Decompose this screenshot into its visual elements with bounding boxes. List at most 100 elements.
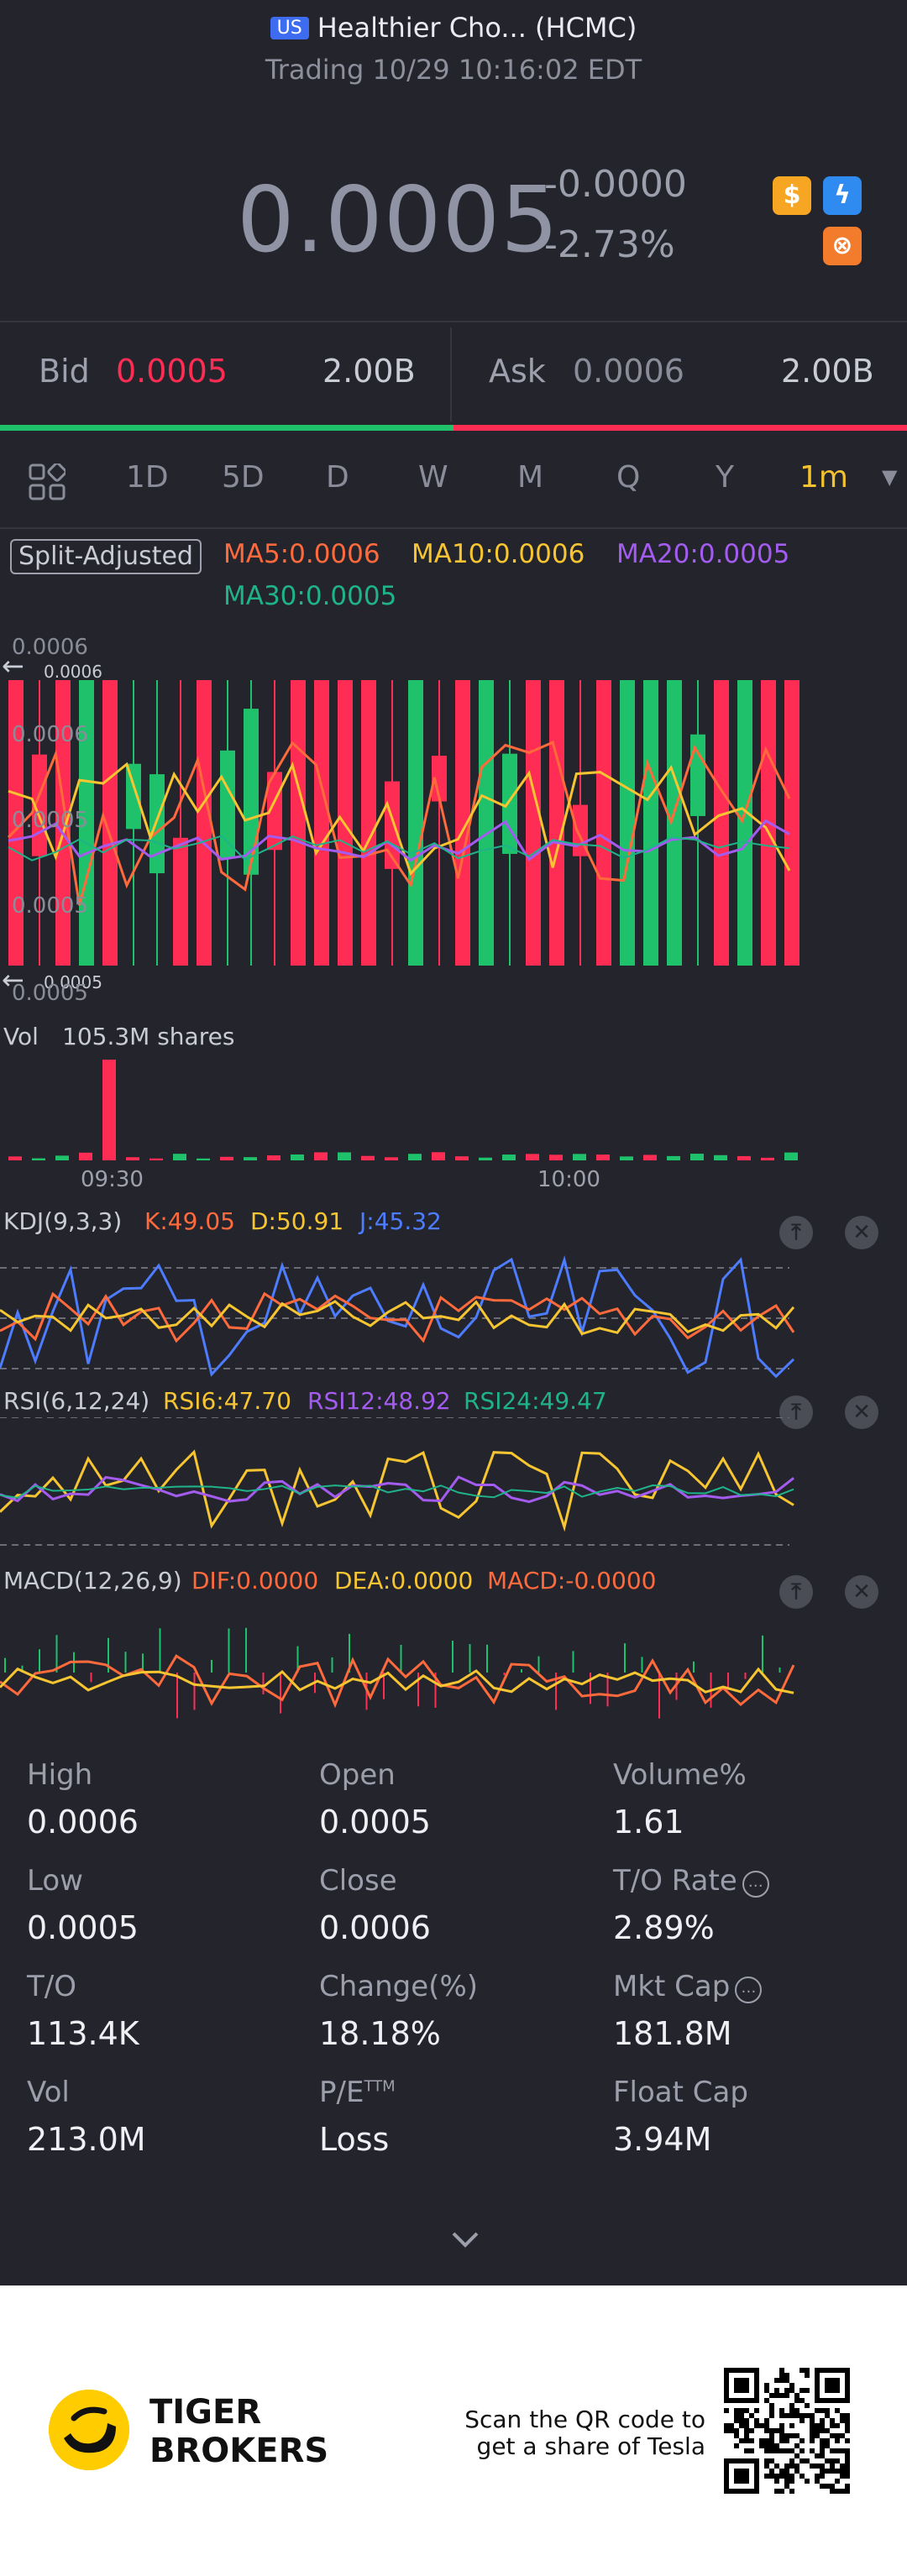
tab-quarterly[interactable]: Q [616, 460, 640, 495]
qr-module [840, 2413, 845, 2418]
qr-module [794, 2463, 800, 2469]
tab-daily[interactable]: D [326, 460, 349, 495]
candle-body [690, 734, 705, 816]
ma30-value: MA30:0.0005 [223, 581, 397, 611]
rsi-chart[interactable] [0, 1417, 907, 1552]
qr-module [820, 2448, 825, 2453]
volume-chart[interactable] [0, 1056, 907, 1162]
ask-price[interactable]: 0.0006 [573, 353, 684, 390]
qr-module [815, 2453, 820, 2458]
qr-module [744, 2428, 749, 2433]
qr-caption: Scan the QR code to get a share of Tesla [437, 2406, 705, 2460]
macd-chart[interactable] [0, 1597, 907, 1740]
dollar-icon[interactable]: $ [773, 176, 811, 215]
qr-module [759, 2443, 764, 2448]
qr-module [840, 2433, 845, 2438]
qr-module [729, 2428, 734, 2433]
tab-weekly[interactable]: W [418, 460, 448, 495]
market-badge: US [270, 17, 309, 39]
qr-module [779, 2428, 784, 2433]
volume-bar [432, 1152, 445, 1160]
qr-module [800, 2458, 805, 2463]
qr-module [830, 2448, 835, 2453]
qr-module [845, 2428, 850, 2433]
bid-ratio-bar [0, 425, 454, 431]
layout-grid-icon[interactable] [29, 463, 66, 500]
qr-module [825, 2428, 830, 2433]
qr-module [835, 2433, 840, 2438]
qr-module [805, 2479, 810, 2484]
qr-module [845, 2474, 850, 2479]
qr-module [774, 2448, 779, 2453]
qr-module [820, 2418, 825, 2423]
qr-module [779, 2474, 784, 2479]
bid-price[interactable]: 0.0005 [116, 353, 228, 390]
qr-module [769, 2403, 774, 2408]
ma5-value: MA5:0.0006 [223, 539, 380, 569]
qr-module [845, 2448, 850, 2453]
qr-module [789, 2474, 794, 2479]
qr-module [774, 2463, 779, 2469]
kdj-chart[interactable] [0, 1251, 907, 1385]
stat-label-high: High [27, 1758, 93, 1792]
split-adjusted-toggle[interactable]: Split-Adjusted [10, 539, 202, 574]
qr-module [810, 2433, 815, 2438]
stat-value-volume-pct: 1.61 [613, 1804, 684, 1840]
qr-module [789, 2433, 794, 2438]
qr-module [835, 2469, 840, 2474]
brand-line: TIGER [149, 2393, 262, 2432]
qr-module [789, 2448, 794, 2453]
qr-module [789, 2408, 794, 2413]
tab-monthly[interactable]: M [517, 460, 543, 495]
qr-module [789, 2413, 794, 2418]
qr-module [769, 2458, 774, 2463]
pin-top-icon[interactable]: ⤒ [779, 1216, 813, 1249]
volume-bar [220, 1156, 233, 1160]
tab-5d[interactable]: 5D [222, 460, 265, 495]
tab-yearly[interactable]: Y [716, 460, 734, 495]
chevron-down-icon[interactable]: ▼ [882, 465, 897, 489]
qr-module [789, 2458, 794, 2463]
tab-1m[interactable]: 1m [800, 460, 848, 495]
stat-value-float-cap: 3.94M [613, 2121, 712, 2158]
qr-module [734, 2408, 739, 2413]
more-info-icon[interactable]: … [742, 1871, 769, 1898]
stat-label-text: T/O Rate [613, 1864, 737, 1898]
volume-bar [149, 1158, 163, 1160]
close-icon[interactable]: ✕ [845, 1216, 878, 1249]
qr-module [805, 2388, 810, 2393]
options-icon[interactable]: ⊗ [823, 227, 862, 265]
more-info-icon[interactable]: … [735, 1977, 763, 2003]
qr-module [800, 2413, 805, 2418]
qr-module [764, 2383, 769, 2388]
qr-module [764, 2428, 769, 2433]
qr-module [835, 2438, 840, 2443]
macd-label: MACD(12,26,9) [3, 1567, 182, 1594]
qr-module [764, 2458, 769, 2463]
qr-module [845, 2469, 850, 2474]
qr-finder [734, 2378, 749, 2393]
tab-1d[interactable]: 1D [126, 460, 169, 495]
candlestick-chart[interactable] [0, 630, 907, 982]
volume-bar [197, 1158, 210, 1160]
qr-module [840, 2489, 845, 2494]
qr-module [734, 2413, 739, 2418]
candle-body [149, 774, 165, 874]
qr-module [830, 2463, 835, 2469]
qr-module [830, 2458, 835, 2463]
expand-chevron-icon[interactable] [450, 2230, 480, 2250]
qr-module [739, 2423, 744, 2428]
lightning-icon[interactable]: ϟ [823, 176, 862, 215]
qr-module [779, 2393, 784, 2398]
stat-label-mkt-cap: Mkt Cap… [613, 1970, 763, 2003]
volume-bar [32, 1158, 45, 1160]
qr-module [744, 2423, 749, 2428]
brand-line: BROKERS [149, 2432, 329, 2470]
ma20-value: MA20:0.0005 [616, 539, 790, 569]
qr-module [825, 2484, 830, 2489]
volume-bar [690, 1154, 704, 1160]
qr-module [754, 2408, 759, 2413]
qr-module [789, 2383, 794, 2388]
qr-module [744, 2408, 749, 2413]
qr-module [744, 2433, 749, 2438]
